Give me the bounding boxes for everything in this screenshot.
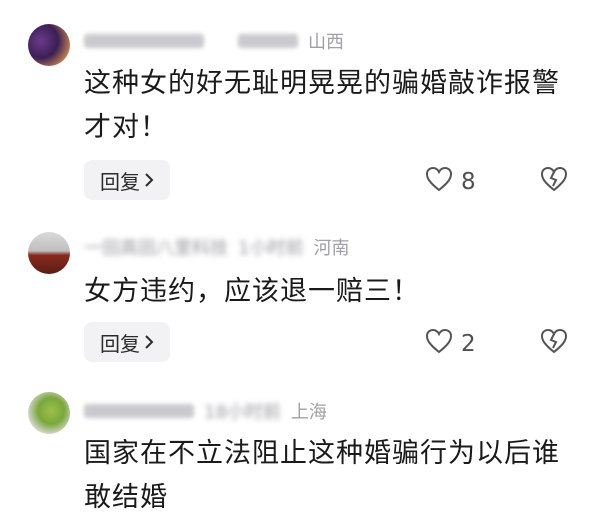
chevron-right-icon xyxy=(144,168,154,192)
like-button[interactable]: 2 xyxy=(425,328,476,360)
location-label: 河南 xyxy=(313,238,350,259)
reply-label: 回复 xyxy=(100,169,140,194)
broken-heart-icon xyxy=(540,166,568,196)
comment-text: 国家在不立法阻止这种婚骗行为以后谁敢结婚 xyxy=(84,438,560,513)
dislike-button[interactable] xyxy=(540,328,568,358)
reply-button[interactable]: 回复 xyxy=(84,322,170,362)
dislike-button[interactable] xyxy=(540,166,568,196)
author-name-blurred[interactable] xyxy=(84,34,204,48)
like-count: 8 xyxy=(461,169,476,195)
comment-meta: 一田高田八里科技 1小时前 河南 xyxy=(84,234,349,260)
location-label: 山西 xyxy=(308,32,344,53)
timestamp: 1小时前 xyxy=(238,238,304,259)
broken-heart-icon xyxy=(540,328,568,358)
like-count: 2 xyxy=(461,331,476,357)
like-button[interactable]: 8 xyxy=(425,166,476,198)
comment-meta: 山西 xyxy=(84,28,344,54)
reply-button[interactable]: 回复 xyxy=(84,160,170,200)
chevron-right-icon xyxy=(144,330,154,354)
avatar[interactable] xyxy=(28,24,70,66)
comment-text: 这种女的好无耻明晃晃的骗婚敲诈报警才对！ xyxy=(84,68,560,143)
author-name-blurred[interactable] xyxy=(84,404,194,418)
avatar[interactable] xyxy=(28,392,70,434)
avatar[interactable] xyxy=(28,232,70,274)
comment-text: 女方违约，应该退一赔三！ xyxy=(84,276,420,307)
location-label: 上海 xyxy=(290,402,327,423)
timestamp-blurred xyxy=(238,34,298,48)
author-name[interactable]: 一田高田八里科技 xyxy=(84,234,228,260)
heart-outline-icon xyxy=(425,328,453,360)
reply-label: 回复 xyxy=(100,331,140,356)
heart-outline-icon xyxy=(425,166,453,198)
timestamp: 18小时前 xyxy=(204,402,281,423)
comment-meta: 18小时前 上海 xyxy=(84,398,327,424)
